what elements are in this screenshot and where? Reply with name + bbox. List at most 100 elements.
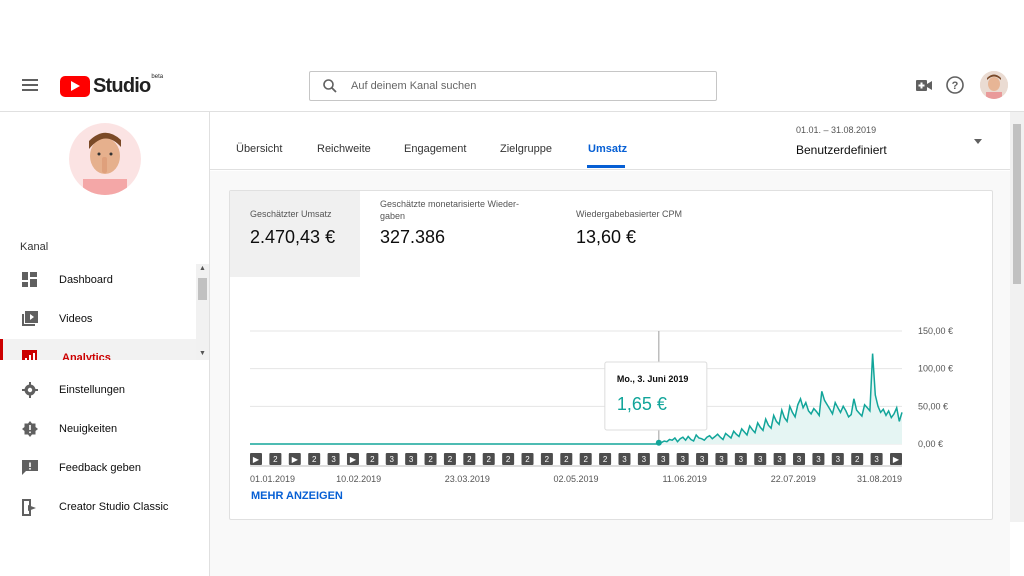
- account-avatar[interactable]: [980, 71, 1008, 99]
- metric-title: Geschätzte monetarisierte Wieder-gaben: [380, 198, 519, 222]
- top-actions: ?: [902, 71, 1008, 99]
- youtube-play-icon: [60, 75, 90, 97]
- series-area: [250, 353, 902, 444]
- scrollbar-thumb[interactable]: [198, 278, 207, 300]
- event-marker-label: 3: [874, 455, 879, 464]
- analytics-icon: [22, 350, 37, 360]
- page-scrollbar-thumb[interactable]: [1013, 124, 1021, 284]
- classic-icon: [22, 499, 36, 516]
- metric-title-line1: Geschätzte monetarisierte Wieder-: [380, 199, 520, 209]
- top-bar: Studio beta ?: [0, 58, 1024, 112]
- logo-text: Studio: [93, 74, 151, 97]
- event-marker-label: 2: [428, 455, 433, 464]
- sidebar-item-settings[interactable]: Einstellungen: [0, 371, 196, 409]
- section-label: Kanal: [20, 241, 49, 253]
- channel-avatar[interactable]: [69, 123, 141, 195]
- menu-icon[interactable]: [22, 79, 38, 92]
- x-tick-label: 10.02.2019: [336, 474, 381, 484]
- x-tick-label: 31.08.2019: [857, 474, 902, 484]
- sidebar-item-whats-new[interactable]: Neuigkeiten: [0, 410, 196, 448]
- tab-revenue[interactable]: Umsatz: [588, 143, 627, 155]
- tooltip-date: Mo., 3. Juni 2019: [617, 374, 689, 384]
- create-video-icon[interactable]: [916, 79, 932, 91]
- feedback-icon: [22, 460, 38, 475]
- event-marker-label: 3: [622, 455, 627, 464]
- event-marker-label: 2: [273, 455, 278, 464]
- sidebar-item-analytics[interactable]: Analytics: [0, 339, 196, 360]
- tab-audience[interactable]: Zielgruppe: [500, 143, 552, 155]
- event-marker-label: 2: [564, 455, 569, 464]
- event-marker-label: 3: [758, 455, 763, 464]
- tab-overview[interactable]: Übersicht: [236, 143, 282, 155]
- event-marker-label: 3: [661, 455, 666, 464]
- event-marker-label: 3: [642, 455, 647, 464]
- event-marker-label: ▶: [292, 455, 299, 464]
- sidebar-item-videos[interactable]: Videos: [0, 300, 196, 338]
- event-marker-label: 3: [777, 455, 782, 464]
- sidebar-item-label: Feedback geben: [59, 462, 141, 474]
- search-icon: [323, 79, 337, 93]
- logo-badge: beta: [151, 74, 164, 80]
- event-marker-label: 3: [719, 455, 724, 464]
- active-tab-indicator: [587, 165, 625, 168]
- revenue-chart[interactable]: 0,00 €50,00 €100,00 €150,00 €▶ 2 ▶ 2 3 ▶ 2 3 3 2 2…: [230, 291, 994, 521]
- metric-title-line2: gaben: [380, 211, 406, 221]
- event-marker-label: 2: [506, 455, 511, 464]
- metric-title: Wiedergabebasierter CPM: [576, 209, 683, 219]
- event-marker-label: 3: [739, 455, 744, 464]
- revenue-card: Geschätzter Umsatz 2.470,43 € Geschätzte…: [229, 190, 993, 520]
- studio-logo[interactable]: Studio beta: [60, 74, 164, 97]
- chevron-down-icon[interactable]: [974, 139, 982, 144]
- x-tick-label: 02.05.2019: [553, 474, 598, 484]
- event-marker-label: 3: [680, 455, 685, 464]
- y-tick-label: 0,00 €: [918, 439, 943, 449]
- date-range-label[interactable]: Benutzerdefiniert: [796, 143, 887, 157]
- page-scrollbar[interactable]: [1010, 112, 1024, 522]
- help-icon[interactable]: ?: [946, 76, 964, 94]
- sidebar-item-feedback[interactable]: Feedback geben: [0, 449, 196, 487]
- event-marker-label: 3: [816, 455, 821, 464]
- scroll-down-arrow-icon[interactable]: ▼: [199, 350, 206, 357]
- gear-icon: [22, 382, 38, 398]
- event-marker-label: 3: [700, 455, 705, 464]
- show-more-button[interactable]: MEHR ANZEIGEN: [251, 490, 343, 502]
- sidebar-item-label: Analytics: [62, 352, 111, 360]
- event-marker-label: 2: [467, 455, 472, 464]
- event-marker-label: ▶: [893, 455, 900, 464]
- event-marker-label: 3: [797, 455, 802, 464]
- search-box[interactable]: [309, 71, 717, 101]
- y-tick-label: 100,00 €: [918, 364, 953, 374]
- event-marker-label: 2: [583, 455, 588, 464]
- event-marker-label: 2: [312, 455, 317, 464]
- tab-engagement[interactable]: Engagement: [404, 143, 466, 155]
- scroll-up-arrow-icon[interactable]: ▲: [199, 265, 206, 272]
- sidebar-scroll-area: Dashboard Videos Analytics: [0, 259, 196, 360]
- videos-icon: [22, 311, 38, 326]
- sidebar-item-creator-studio-classic[interactable]: Creator Studio Classic: [0, 488, 196, 526]
- event-marker-label: 2: [448, 455, 453, 464]
- y-tick-label: 50,00 €: [918, 401, 948, 411]
- metric-title: Geschätzter Umsatz: [250, 209, 332, 219]
- date-range: 01.01. – 31.08.2019: [796, 125, 877, 135]
- metric-estimated-revenue[interactable]: Geschätzter Umsatz 2.470,43 €: [230, 191, 360, 277]
- sidebar-item-label: Creator Studio Classic: [59, 501, 169, 513]
- event-marker-label: 2: [855, 455, 860, 464]
- dashboard-icon: [22, 272, 37, 287]
- sidebar-item-dashboard[interactable]: Dashboard: [0, 261, 196, 299]
- x-tick-label: 11.06.2019: [662, 474, 706, 484]
- x-tick-label: 23.03.2019: [445, 474, 490, 484]
- event-marker-label: 3: [331, 455, 336, 464]
- tooltip-value: 1,65 €: [617, 394, 667, 414]
- sidebar-item-label: Dashboard: [59, 274, 113, 286]
- sidebar-scrollbar[interactable]: ▲ ▼: [196, 264, 209, 360]
- metric-value: 13,60 €: [576, 227, 637, 247]
- search-input[interactable]: [351, 80, 671, 92]
- tab-reach[interactable]: Reichweite: [317, 143, 371, 155]
- event-marker-label: ▶: [350, 455, 357, 464]
- event-marker-label: 2: [545, 455, 550, 464]
- event-marker-label: 2: [370, 455, 375, 464]
- hover-point: [655, 439, 662, 446]
- metric-monetized-playbacks[interactable]: Geschätzte monetarisierte Wieder-gaben 3…: [360, 191, 556, 277]
- metric-playback-cpm[interactable]: Wiedergabebasierter CPM 13,60 €: [556, 191, 752, 277]
- event-marker-label: 3: [836, 455, 841, 464]
